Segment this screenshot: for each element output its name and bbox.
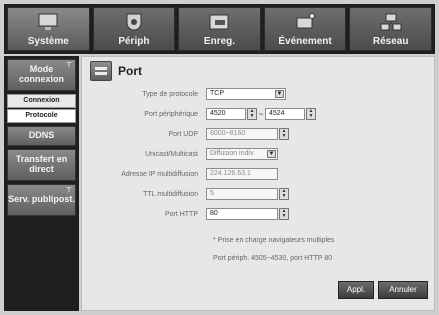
device-port-from-input[interactable]: 4520 <box>206 108 246 120</box>
dvr-settings-window: Système Périph Enreg. Événement Réseau ⊤… <box>0 0 439 315</box>
device-port-row: Port périphérique 4520 ▲ ▼ ~ 4524 ▲ ▼ <box>82 107 436 121</box>
ttl-stepper[interactable]: ▲ ▼ <box>279 188 289 200</box>
apply-button[interactable]: Appl. <box>338 281 374 299</box>
sidebar-item-ddns[interactable]: DDNS <box>7 126 76 146</box>
browser-note: * Prise en charge navigateurs multiples <box>213 237 335 244</box>
sidebar-item-label: Protocole <box>25 112 58 120</box>
multicast-ip-value: 224.126.63.1 <box>210 170 251 177</box>
ttl-label: TTL multidiffusion <box>143 190 198 198</box>
protocol-value: TCP <box>210 90 224 97</box>
http-port-input[interactable]: 80 <box>206 208 278 220</box>
monitor-icon <box>38 13 58 30</box>
tab-evenement[interactable]: Événement <box>263 7 347 51</box>
page-title-area: Port <box>90 61 142 81</box>
port-range-note: Port périph. 4505~4530, port HTTP 80 <box>213 255 333 262</box>
sidebar-item-mode-connexion[interactable]: ⊤ Mode connexion <box>7 59 76 91</box>
multicast-ip-input[interactable]: 224.126.63.1 <box>206 168 278 180</box>
udp-port-row: Port UDP 8000~8160 ▲ ▼ <box>82 127 436 141</box>
sidebar: ⊤ Mode connexion Connexion Protocole DDN… <box>4 56 79 311</box>
sidebar-item-label: Transfert en direct <box>15 154 68 174</box>
http-port-stepper[interactable]: ▲ ▼ <box>279 208 289 220</box>
device-port-label: Port périphérique <box>144 110 198 118</box>
tab-periph[interactable]: Périph <box>92 7 176 51</box>
sidebar-subitem-protocole[interactable]: Protocole <box>7 109 76 123</box>
sidebar-item-serv-publipost[interactable]: ⊤ Serv. publipost. <box>7 184 76 216</box>
cast-row: Unicast/Multicast Diffusion indiv ▼ <box>82 147 436 161</box>
tab-enreg[interactable]: Enreg. <box>178 7 261 51</box>
tab-label: Système <box>27 36 69 47</box>
tab-reseau[interactable]: Réseau <box>349 7 432 51</box>
multicast-ip-row: Adresse IP multidiffusion 224.126.63.1 <box>82 167 436 181</box>
sidebar-item-label: Serv. publipost. <box>8 194 75 205</box>
chevron-down-icon: ▼ <box>267 150 276 158</box>
top-tab-bar: Système Périph Enreg. Événement Réseau <box>4 4 435 54</box>
page-title: Port <box>118 64 142 78</box>
camera-icon <box>126 13 142 31</box>
http-port-value: 80 <box>210 210 218 217</box>
cast-select[interactable]: Diffusion indiv ▼ <box>206 148 278 160</box>
protocol-select[interactable]: TCP ▼ <box>206 88 286 100</box>
device-port-to-value: 4524 <box>269 110 285 117</box>
udp-port-field: 8000~8160 <box>206 128 278 140</box>
cancel-button[interactable]: Annuler <box>378 281 428 299</box>
arrow-down-icon: ▼ <box>281 193 287 199</box>
ttl-value: 5 <box>210 190 214 197</box>
record-icon <box>209 14 229 30</box>
udp-port-stepper: ▲ ▼ <box>279 128 289 140</box>
device-port-from-value: 4520 <box>210 110 226 117</box>
cast-value: Diffusion indiv <box>210 150 254 157</box>
udp-port-value: 8000~8160 <box>210 130 246 137</box>
ttl-row: TTL multidiffusion 5 ▲ ▼ <box>82 187 436 201</box>
port-icon <box>90 61 112 81</box>
chevron-down-icon: ▼ <box>275 90 284 98</box>
http-port-label: Port HTTP <box>164 210 198 218</box>
sidebar-subitem-connexion[interactable]: Connexion <box>7 94 76 108</box>
range-separator: ~ <box>258 109 264 119</box>
udp-port-label: Port UDP <box>168 130 198 138</box>
arrow-down-icon: ▼ <box>281 213 287 219</box>
arrow-down-icon: ▼ <box>281 133 287 139</box>
multicast-ip-label: Adresse IP multidiffusion <box>121 170 198 178</box>
tab-label: Réseau <box>372 36 409 47</box>
device-port-to-input[interactable]: 4524 <box>265 108 305 120</box>
event-camera-icon <box>296 13 316 29</box>
tab-systeme[interactable]: Système <box>7 7 90 51</box>
protocol-label: Type de protocole <box>142 90 198 98</box>
expand-marker-icon: ⊤ <box>65 187 72 194</box>
device-port-to-stepper[interactable]: ▲ ▼ <box>306 108 316 120</box>
expanded-marker-icon: ⊤ <box>65 62 72 69</box>
sidebar-item-transfert[interactable]: Transfert en direct <box>7 149 76 181</box>
tab-label: Événement <box>278 36 332 47</box>
port-settings-panel: Port Type de protocole TCP ▼ Port périph… <box>81 56 435 311</box>
arrow-down-icon: ▼ <box>308 113 314 119</box>
ttl-input[interactable]: 5 <box>206 188 278 200</box>
protocol-row: Type de protocole TCP ▼ <box>82 87 436 101</box>
cast-label: Unicast/Multicast <box>145 150 198 158</box>
device-port-from-stepper[interactable]: ▲ ▼ <box>247 108 257 120</box>
arrow-down-icon: ▼ <box>249 113 255 119</box>
tab-label: Périph <box>118 36 150 47</box>
sidebar-item-label: DDNS <box>28 130 55 141</box>
network-icon <box>380 13 402 31</box>
sidebar-item-label: Connexion <box>23 97 60 105</box>
http-port-row: Port HTTP 80 ▲ ▼ <box>82 207 436 221</box>
tab-label: Enreg. <box>203 36 236 47</box>
